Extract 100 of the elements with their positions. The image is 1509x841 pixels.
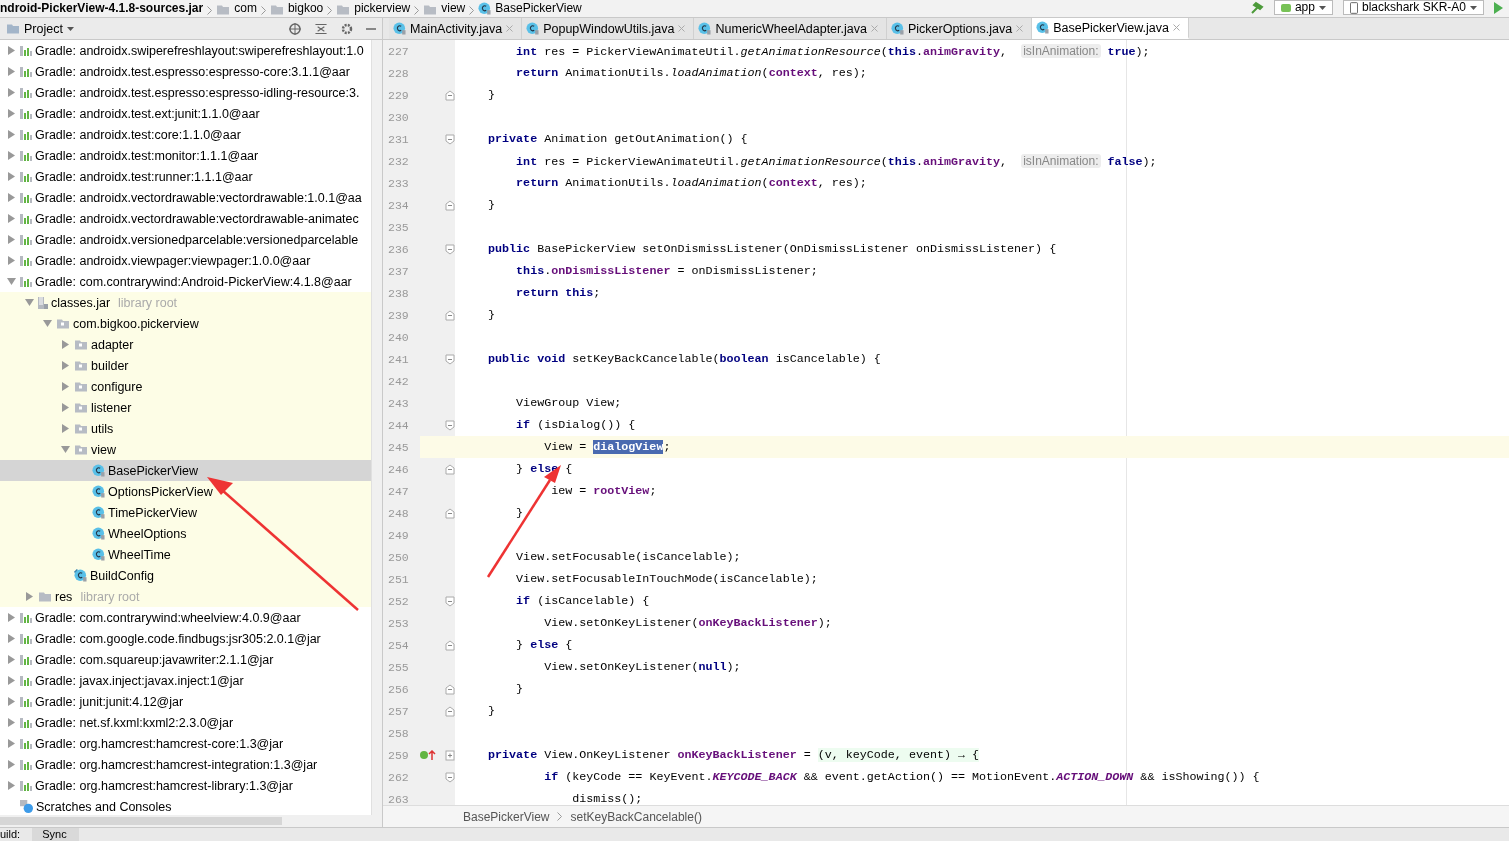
- collapsed-arrow-icon[interactable]: [6, 613, 16, 622]
- run-config-dropdown[interactable]: app: [1273, 0, 1333, 15]
- tree-item[interactable]: configure: [91, 379, 143, 394]
- project-view-dropdown[interactable]: Project: [24, 21, 74, 36]
- tree-item[interactable]: Gradle: org.hamcrest:hamcrest-integration:1.3@jar: [35, 757, 318, 772]
- tree-item[interactable]: Gradle: com.google.code.findbugs:jsr305:2.0.1@jar: [35, 631, 321, 646]
- expanded-arrow-icon[interactable]: [24, 298, 34, 307]
- expanded-arrow-icon[interactable]: [6, 277, 16, 286]
- tree-item[interactable]: WheelOptions: [108, 526, 187, 541]
- nav-crumb[interactable]: bigkoo: [287, 2, 324, 15]
- fold-marker-icon[interactable]: [445, 89, 455, 101]
- device-dropdown[interactable]: blackshark SKR-A0: [1342, 0, 1484, 15]
- tree-item[interactable]: Gradle: com.contrarywind:Android-PickerView:4.1.8@aar: [35, 274, 352, 289]
- collapsed-arrow-icon[interactable]: [6, 109, 16, 118]
- fold-marker-icon[interactable]: [445, 419, 455, 431]
- collapsed-arrow-icon[interactable]: [6, 760, 16, 769]
- collapsed-arrow-icon[interactable]: [6, 256, 16, 265]
- collapsed-arrow-icon[interactable]: [6, 718, 16, 727]
- tree-item[interactable]: WheelTime: [108, 547, 171, 562]
- tree-item[interactable]: Gradle: org.hamcrest:hamcrest-core:1.3@jar: [35, 736, 284, 751]
- target-icon[interactable]: [288, 21, 302, 36]
- breadcrumb-item[interactable]: BasePickerView: [463, 809, 550, 824]
- settings-icon[interactable]: [340, 21, 354, 36]
- tree-item[interactable]: TimePickerView: [108, 505, 197, 520]
- fold-marker-icon[interactable]: [445, 133, 455, 145]
- tree-item[interactable]: builder: [91, 358, 129, 373]
- collapsed-arrow-icon[interactable]: [6, 781, 16, 790]
- tree-item[interactable]: classes.jar: [51, 295, 111, 310]
- close-icon[interactable]: [1173, 24, 1180, 31]
- nav-crumb[interactable]: view: [441, 2, 466, 15]
- tool-tab[interactable]: Sync: [32, 828, 79, 841]
- tree-item[interactable]: Scratches and Consoles: [36, 799, 172, 814]
- collapse-icon[interactable]: [314, 23, 328, 34]
- tree-item[interactable]: Gradle: junit:junit:4.12@jar: [35, 694, 184, 709]
- editor-tab[interactable]: NumericWheelAdapter.java: [694, 18, 887, 39]
- tree-item[interactable]: adapter: [91, 337, 134, 352]
- tree-item[interactable]: Gradle: org.hamcrest:hamcrest-library:1.3@jar: [35, 778, 293, 793]
- tree-item[interactable]: BuildConfig: [90, 568, 154, 583]
- fold-marker-icon[interactable]: [445, 309, 455, 321]
- close-icon[interactable]: [1016, 25, 1024, 32]
- breadcrumb-item[interactable]: setKeyBackCancelable(): [570, 809, 702, 824]
- nav-crumb[interactable]: BasePickerView: [495, 2, 582, 15]
- collapsed-arrow-icon[interactable]: [6, 130, 16, 139]
- fold-marker-icon[interactable]: [445, 353, 455, 365]
- editor-tab[interactable]: PopupWindowUtils.java: [522, 18, 695, 39]
- tool-tab[interactable]: uild:: [0, 828, 33, 841]
- collapsed-arrow-icon[interactable]: [6, 88, 16, 97]
- collapsed-arrow-icon[interactable]: [6, 46, 16, 55]
- tree-item[interactable]: Gradle: com.squareup:javawriter:2.1.1@jar: [35, 652, 274, 667]
- tree-item[interactable]: Gradle: net.sf.kxml:kxml2:2.3.0@jar: [35, 715, 234, 730]
- collapsed-arrow-icon[interactable]: [6, 193, 16, 202]
- tree-item[interactable]: res: [55, 589, 73, 604]
- expanded-arrow-icon[interactable]: [60, 445, 70, 454]
- tree-item[interactable]: Gradle: androidx.test:monitor:1.1.1@aar: [35, 148, 259, 163]
- scrollbar[interactable]: [0, 817, 282, 825]
- collapsed-arrow-icon[interactable]: [6, 235, 16, 244]
- editor-tab[interactable]: BasePickerView.java: [1032, 18, 1189, 39]
- collapsed-arrow-icon[interactable]: [60, 382, 70, 391]
- tree-item[interactable]: Gradle: androidx.test.espresso:espresso-idling-resource:3.: [35, 85, 360, 100]
- close-icon[interactable]: [678, 25, 686, 32]
- editor-tab[interactable]: MainActivity.java: [389, 18, 523, 39]
- fold-marker-icon[interactable]: [445, 639, 455, 651]
- fold-marker-icon[interactable]: [445, 749, 455, 761]
- tree-item[interactable]: listener: [91, 400, 132, 415]
- tree-item[interactable]: Gradle: androidx.test:runner:1.1.1@aar: [35, 169, 253, 184]
- collapsed-arrow-icon[interactable]: [6, 172, 16, 181]
- collapsed-arrow-icon[interactable]: [6, 151, 16, 160]
- tree-item[interactable]: Gradle: androidx.swiperefreshlayout:swiperefreshlayout:1.0: [35, 43, 364, 58]
- collapsed-arrow-icon[interactable]: [6, 67, 16, 76]
- tree-item[interactable]: Gradle: androidx.vectordrawable:vectordrawable:1.0.1@aa: [35, 190, 362, 205]
- tree-item[interactable]: Gradle: com.contrarywind:wheelview:4.0.9@aar: [35, 610, 301, 625]
- fold-marker-icon[interactable]: [445, 705, 455, 717]
- nav-crumb[interactable]: com: [234, 2, 257, 15]
- tree-item[interactable]: Gradle: androidx.test:core:1.1.0@aar: [35, 127, 241, 142]
- scrollbar[interactable]: [371, 40, 382, 815]
- fold-marker-icon[interactable]: [445, 507, 455, 519]
- fold-marker-icon[interactable]: [445, 771, 455, 783]
- tree-item[interactable]: utils: [91, 421, 114, 436]
- collapsed-arrow-icon[interactable]: [24, 592, 34, 601]
- nav-crumb[interactable]: ndroid-PickerView-4.1.8-sources.jar: [0, 2, 204, 15]
- minimize-icon[interactable]: [366, 27, 376, 30]
- collapsed-arrow-icon[interactable]: [6, 739, 16, 748]
- close-icon[interactable]: [506, 25, 514, 32]
- fold-marker-icon[interactable]: [445, 595, 455, 607]
- collapsed-arrow-icon[interactable]: [60, 340, 70, 349]
- close-icon[interactable]: [870, 25, 878, 32]
- collapsed-arrow-icon[interactable]: [60, 424, 70, 433]
- collapsed-arrow-icon[interactable]: [60, 361, 70, 370]
- tree-item[interactable]: Gradle: androidx.viewpager:viewpager:1.0.0@aar: [35, 253, 311, 268]
- expanded-arrow-icon[interactable]: [42, 319, 52, 328]
- tree-item[interactable]: Gradle: androidx.test.ext:junit:1.1.0@aar: [35, 106, 260, 121]
- fold-marker-icon[interactable]: [445, 243, 455, 255]
- tree-item[interactable]: Gradle: androidx.vectordrawable:vectordrawable-animatec: [35, 211, 359, 226]
- fold-marker-icon[interactable]: [445, 463, 455, 475]
- nav-crumb[interactable]: pickerview: [354, 2, 411, 15]
- tree-item[interactable]: Gradle: androidx.test.espresso:espresso-core:3.1.1@aar: [35, 64, 350, 79]
- tree-item[interactable]: view: [91, 442, 116, 457]
- tree-item[interactable]: Gradle: androidx.versionedparcelable:versionedparcelable: [35, 232, 359, 247]
- editor-tab[interactable]: PickerOptions.java: [886, 18, 1033, 39]
- collapsed-arrow-icon[interactable]: [6, 634, 16, 643]
